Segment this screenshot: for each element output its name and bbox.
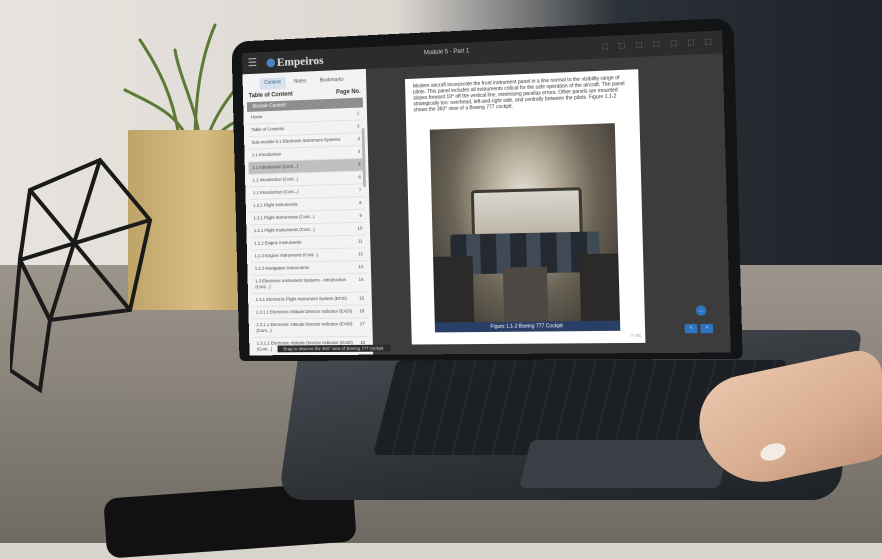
toc-item[interactable]: 1.3.1.1 Electronic Attitude Director Ind… bbox=[252, 318, 369, 338]
toc-list: Home 1 Table of Contents 2 Sub-module 5.1 … bbox=[243, 107, 373, 356]
app-logo: Empeiros bbox=[266, 53, 324, 70]
cockpit-seat-right bbox=[579, 253, 621, 324]
page-no-label: Page No. bbox=[335, 88, 361, 96]
page-navigation: ‹ › bbox=[684, 323, 714, 334]
toc-item[interactable]: 1.3 Electronic Instrument Systems - Intr… bbox=[251, 273, 368, 295]
logo-globe-icon bbox=[266, 58, 276, 68]
tab-content[interactable]: Content bbox=[259, 77, 286, 91]
toolbar-icons[interactable]: ⬚ ⬚ ⬚ ⬚ ⬚ ⬚ ⬚ bbox=[601, 37, 716, 50]
logo-text: Empeiros bbox=[276, 53, 324, 69]
content-page: Modern aircraft incorporate the front in… bbox=[404, 69, 646, 345]
laptop-trackpad bbox=[519, 440, 731, 488]
cockpit-windshield bbox=[470, 187, 583, 239]
cockpit-seat-left bbox=[433, 256, 475, 325]
geometric-wire-decor bbox=[10, 157, 153, 394]
prev-page-button[interactable]: ‹ bbox=[684, 323, 698, 334]
laptop-screen: ☰ Empeiros Module 5 - Part 1 ⬚ ⬚ ⬚ ⬚ ⬚ ⬚… bbox=[241, 30, 731, 356]
tab-bookmarks[interactable]: Bookmarks bbox=[315, 75, 349, 88]
module-content-label: Module Content bbox=[252, 102, 286, 110]
page-body-text: Modern aircraft incorporate the front in… bbox=[412, 75, 625, 114]
toc-item[interactable]: 1.3.1.1 Electronic Attitude Director Ind… bbox=[252, 305, 369, 320]
drag-hint: Drag to observe the 360° view of Boeing … bbox=[277, 344, 391, 353]
hamburger-menu-icon[interactable]: ☰ bbox=[248, 57, 258, 69]
toc-title: Table of Content bbox=[248, 91, 293, 100]
figure-caption: Figure 1.1-2 Boeing 777 Cockpit bbox=[434, 320, 621, 333]
cockpit-360-viewer[interactable] bbox=[429, 123, 621, 325]
page-indicator: 7 / 61 bbox=[630, 332, 642, 338]
sidebar: Content Notes Bookmarks Table of Content… bbox=[242, 68, 374, 356]
cockpit-pedestal bbox=[502, 266, 549, 324]
module-title: Module 5 - Part 1 bbox=[423, 48, 470, 57]
next-page-button[interactable]: › bbox=[700, 323, 714, 334]
tab-notes[interactable]: Notes bbox=[289, 76, 311, 89]
chat-icon[interactable]: … bbox=[695, 305, 707, 316]
